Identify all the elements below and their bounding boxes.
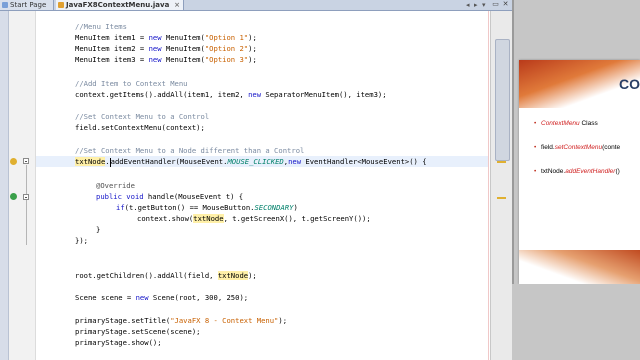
editor-tab-bar: Start Page JavaFX8ContextMenu.java × ◂ ▸… <box>0 0 512 11</box>
code-line: primaryStage.setScene(scene); <box>75 327 201 336</box>
tab-label: Start Page <box>10 1 47 9</box>
tab-label: JavaFX8ContextMenu.java <box>66 1 170 9</box>
code-line: MenuItem item2 = new MenuItem("Option 2"… <box>75 44 257 53</box>
java-file-icon <box>58 2 64 8</box>
code-line: @Override <box>96 181 135 190</box>
code-line-current: txtNode.addEventHandler(MouseEvent.MOUSE… <box>75 157 427 167</box>
fold-toggle-icon[interactable] <box>23 158 29 164</box>
warning-marker[interactable] <box>497 161 506 163</box>
override-icon[interactable] <box>10 193 17 200</box>
warning-marker[interactable] <box>497 197 506 199</box>
code-line: primaryStage.show(); <box>75 338 162 347</box>
code-line: //Set Context Menu to a Control <box>75 112 210 121</box>
ide-window: Start Page JavaFX8ContextMenu.java × ◂ ▸… <box>0 0 513 360</box>
code-line: primaryStage.setTitle("JavaFX 8 - Contex… <box>75 316 288 325</box>
code-line: context.getItems().addAll(item1, item2, … <box>75 90 387 99</box>
code-line: //Add Item to Context Menu <box>75 79 188 88</box>
code-line: Scene scene = new Scene(root, 300, 250); <box>75 293 249 302</box>
warning-icon[interactable] <box>10 158 17 165</box>
right-margin-guide <box>488 11 489 360</box>
code-line: field.setContextMenu(context); <box>75 123 205 132</box>
code-line: //Set Context Menu to a Node different t… <box>75 146 305 155</box>
code-line: root.getChildren().addAll(field, txtNode… <box>75 271 257 280</box>
slide-bullet: field.setContextMenu(conte <box>534 144 620 151</box>
page-icon <box>2 2 8 8</box>
slide-footer-decoration <box>519 250 640 284</box>
fold-toggle-icon[interactable] <box>23 194 29 200</box>
scrollbar-thumb[interactable] <box>495 39 510 161</box>
presentation-canvas <box>512 284 640 360</box>
tab-list-icon[interactable]: ▾ <box>482 0 486 10</box>
fold-guide <box>26 165 27 245</box>
scroll-right-icon[interactable]: ▸ <box>474 0 478 10</box>
code-line: if(t.getButton() == MouseButton.SECONDAR… <box>116 203 298 212</box>
tab-start-page[interactable]: Start Page <box>0 0 54 10</box>
code-line: }); <box>75 236 88 245</box>
tab-javafx8contextmenu[interactable]: JavaFX8ContextMenu.java × <box>56 0 184 10</box>
vertical-scrollbar[interactable] <box>490 11 513 360</box>
code-line: //Menu Items <box>75 22 127 31</box>
scroll-left-icon[interactable]: ◂ <box>466 0 470 10</box>
side-panel-strip[interactable] <box>0 11 9 360</box>
slide-bullet: txtNode.addEventHandler() <box>534 168 620 175</box>
slide-preview[interactable]: CO ContextMenu Class field.setContextMen… <box>519 60 640 284</box>
code-line: context.show(txtNode, t.getScreenX(), t.… <box>137 214 371 223</box>
code-line: MenuItem item1 = new MenuItem("Option 1"… <box>75 33 257 42</box>
close-icon[interactable]: × <box>174 0 180 10</box>
slide-bullet: ContextMenu Class <box>534 120 598 127</box>
code-line: public void handle(MouseEvent t) { <box>96 192 244 201</box>
restore-icon[interactable]: ▭ <box>492 1 499 8</box>
close-window-icon[interactable]: ✕ <box>502 1 509 8</box>
slide-title: CO <box>619 76 640 92</box>
code-line: MenuItem item3 = new MenuItem("Option 3"… <box>75 55 257 64</box>
code-line: } <box>96 225 101 234</box>
